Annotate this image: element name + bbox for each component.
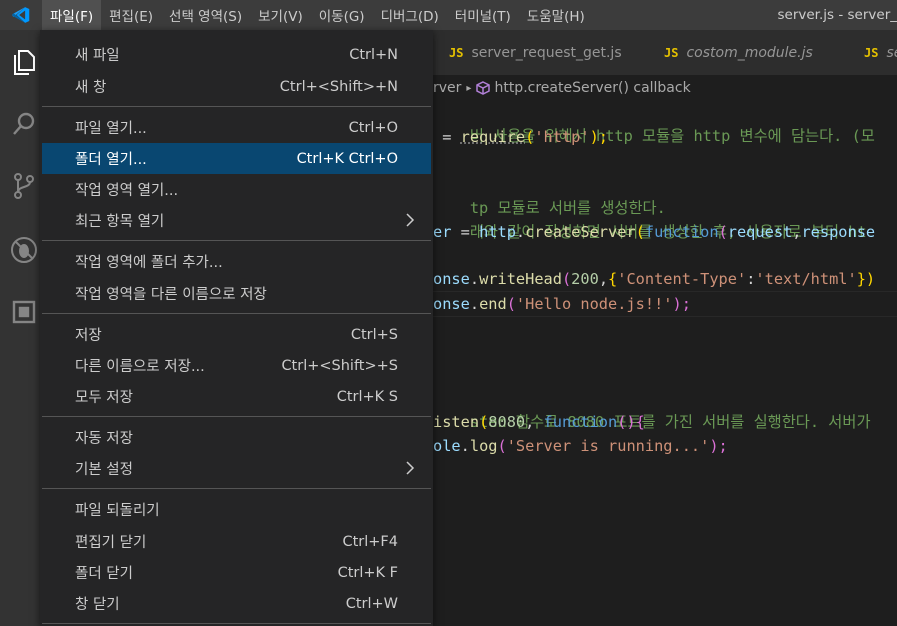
menu-separator bbox=[42, 488, 431, 489]
menu-item-preferences[interactable]: 기본 설정 bbox=[42, 453, 431, 484]
code-line: 버 사용을 위해서 http 모듈을 http 변수에 담는다. (모 bbox=[469, 127, 875, 145]
menu-separator bbox=[42, 106, 431, 107]
method-icon bbox=[476, 81, 491, 95]
menu-item-new-file[interactable]: 새 파일 Ctrl+N bbox=[42, 39, 431, 70]
menu-edit[interactable]: 편집(E) bbox=[101, 0, 161, 30]
menu-item-close-folder[interactable]: 폴더 닫기 Ctrl+K F bbox=[42, 557, 431, 588]
tab-server[interactable]: JS se bbox=[848, 30, 897, 75]
menu-item-revert-file[interactable]: 파일 되돌리기 bbox=[42, 494, 431, 525]
tab-costom-module[interactable]: JS costom_module.js bbox=[648, 30, 855, 75]
code-line: er = http.createServer(function(request,… bbox=[433, 223, 876, 241]
menu-separator bbox=[42, 313, 431, 314]
vscode-logo-icon bbox=[0, 0, 42, 30]
chevron-right-icon bbox=[405, 459, 415, 481]
menu-separator bbox=[42, 240, 431, 241]
menu-view[interactable]: 보기(V) bbox=[250, 0, 311, 30]
tab-label: server_request_get.js bbox=[471, 44, 622, 61]
window-title: server.js - server_ bbox=[777, 7, 897, 23]
js-file-icon: JS bbox=[664, 45, 679, 60]
menu-item-save-workspace-as[interactable]: 작업 영역을 다른 이름으로 저장 bbox=[42, 278, 431, 309]
menu-debug[interactable]: 디버그(D) bbox=[373, 0, 447, 30]
menu-item-open-workspace[interactable]: 작업 영역 열기... bbox=[42, 174, 431, 205]
tab-label: se bbox=[886, 44, 897, 61]
code-line: 래와 같이 작성하면 서버를 생성한 후, 사용자로 부터 ht bbox=[469, 223, 867, 241]
menu-item-save[interactable]: 저장 Ctrl+S bbox=[42, 319, 431, 350]
code-line: isten(8080, function(){ bbox=[433, 413, 645, 431]
code-line-current: onse.end('Hello node.js!!'); bbox=[433, 291, 897, 317]
menu-bar: 파일(F) 편집(E) 선택 영역(S) 보기(V) 이동(G) 디버그(D) … bbox=[0, 0, 897, 30]
menu-file[interactable]: 파일(F) bbox=[42, 0, 102, 30]
js-file-icon: JS bbox=[449, 45, 464, 60]
tab-label: costom_module.js bbox=[686, 44, 813, 61]
menu-separator bbox=[42, 416, 431, 417]
code-line: tp 모듈로 서버를 생성한다. bbox=[469, 199, 666, 217]
menu-item-open-file[interactable]: 파일 열기... Ctrl+O bbox=[42, 112, 431, 143]
tab-server-request-get[interactable]: JS server_request_get.js bbox=[433, 30, 650, 75]
menu-item-save-all[interactable]: 모두 저장 Ctrl+K S bbox=[42, 381, 431, 412]
code-line: sten 함수로 8080 포트를 가진 서버를 실행한다. 서버가 bbox=[469, 413, 871, 431]
menu-item-save-as[interactable]: 다른 이름으로 저장... Ctrl+<Shift>+S bbox=[42, 350, 431, 381]
menu-item-open-recent[interactable]: 최근 항목 열기 bbox=[42, 205, 431, 236]
chevron-right-icon: ▸ bbox=[466, 82, 472, 94]
menu-terminal[interactable]: 터미널(T) bbox=[447, 0, 519, 30]
js-file-icon: JS bbox=[864, 45, 879, 60]
breadcrumb-item-server[interactable]: rver bbox=[433, 80, 461, 96]
menu-separator bbox=[42, 623, 431, 624]
menu-help[interactable]: 도움말(H) bbox=[519, 0, 593, 30]
code-line: = require('http'); bbox=[433, 128, 609, 146]
menu-item-close-window[interactable]: 창 닫기 Ctrl+W bbox=[42, 588, 431, 619]
chevron-right-icon bbox=[405, 211, 415, 233]
file-menu-dropdown: 새 파일 Ctrl+N 새 창 Ctrl+<Shift>+N 파일 열기... … bbox=[40, 30, 433, 626]
code-line: onse.writeHead(200,{'Content-Type':'text… bbox=[433, 270, 876, 288]
menu-item-auto-save[interactable]: 자동 저장 bbox=[42, 422, 431, 453]
code-line: ole.log('Server is running...'); bbox=[433, 437, 728, 455]
menu-item-open-folder[interactable]: 폴더 열기... Ctrl+K Ctrl+O bbox=[42, 143, 431, 174]
menu-go[interactable]: 이동(G) bbox=[311, 0, 373, 30]
menu-item-add-folder-to-workspace[interactable]: 작업 영역에 폴더 추가... bbox=[42, 246, 431, 277]
breadcrumb-item-callback[interactable]: http.createServer() callback bbox=[494, 80, 690, 96]
menu-item-close-editor[interactable]: 편집기 닫기 Ctrl+F4 bbox=[42, 526, 431, 557]
menu-selection[interactable]: 선택 영역(S) bbox=[161, 0, 250, 30]
menu-item-new-window[interactable]: 새 창 Ctrl+<Shift>+N bbox=[42, 71, 431, 102]
